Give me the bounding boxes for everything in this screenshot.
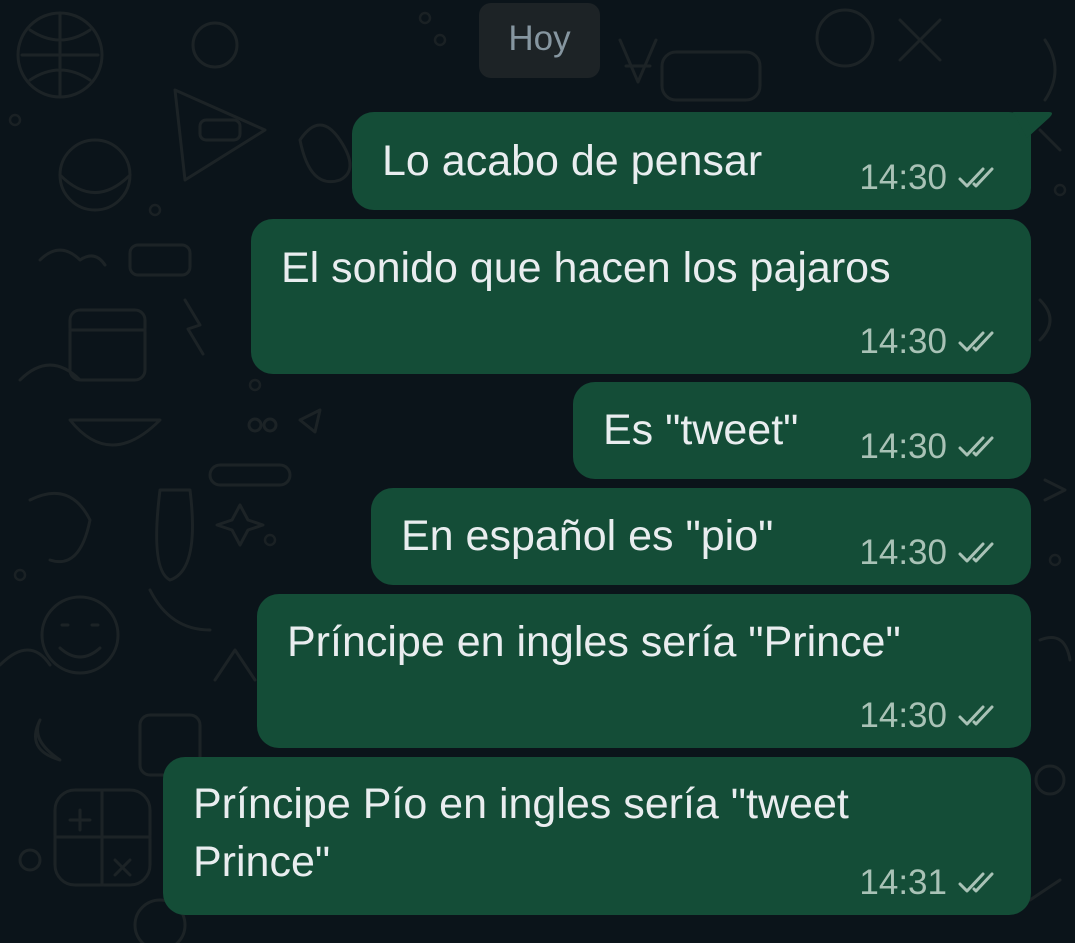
message-meta: 14:30: [859, 533, 1003, 573]
message-text: En español es "pio": [401, 512, 774, 560]
message-time: 14:30: [859, 696, 947, 735]
bubble-tail: [1013, 112, 1052, 138]
read-double-check-icon: [958, 705, 994, 726]
message-time: 14:30: [859, 322, 947, 361]
message-text-line-1: Príncipe Pío en ingles sería "tweet: [193, 780, 849, 828]
read-double-check-icon: [958, 331, 994, 352]
message-text: Es "tweet": [603, 406, 799, 454]
outgoing-message[interactable]: Lo acabo de pensar 14:30: [352, 112, 1052, 210]
message-meta: 14:30: [859, 696, 1003, 736]
message-text: El sonido que hacen los pajaros: [281, 244, 891, 292]
read-double-check-icon: [958, 436, 994, 457]
date-separator-label: Hoy: [508, 18, 571, 58]
outgoing-message[interactable]: En español es "pio" 14:30: [371, 488, 1031, 585]
chat-messages-area: Hoy Lo acabo de pensar 14:30 El sonido q…: [0, 0, 1075, 943]
message-time: 14:30: [859, 427, 947, 466]
date-separator: Hoy: [479, 3, 600, 78]
message-time: 14:31: [859, 863, 947, 902]
message-meta: 14:31: [859, 863, 1003, 903]
read-double-check-icon: [958, 167, 994, 188]
outgoing-message[interactable]: Príncipe Pío en ingles sería "tweet Prin…: [163, 757, 1031, 915]
message-meta: 14:30: [859, 158, 1003, 198]
outgoing-message[interactable]: Es "tweet" 14:30: [573, 382, 1031, 479]
message-time: 14:30: [859, 533, 947, 572]
message-meta: 14:30: [859, 427, 1003, 467]
message-text: Príncipe en ingles sería "Prince": [287, 618, 901, 666]
message-meta: 14:30: [859, 322, 1003, 362]
message-text: Lo acabo de pensar: [382, 137, 763, 185]
outgoing-message[interactable]: El sonido que hacen los pajaros 14:30: [251, 219, 1031, 374]
read-double-check-icon: [958, 872, 994, 893]
outgoing-message[interactable]: Príncipe en ingles sería "Prince" 14:30: [257, 594, 1031, 748]
read-double-check-icon: [958, 542, 994, 563]
message-time: 14:30: [859, 158, 947, 197]
message-text-line-2: Prince": [193, 838, 331, 886]
